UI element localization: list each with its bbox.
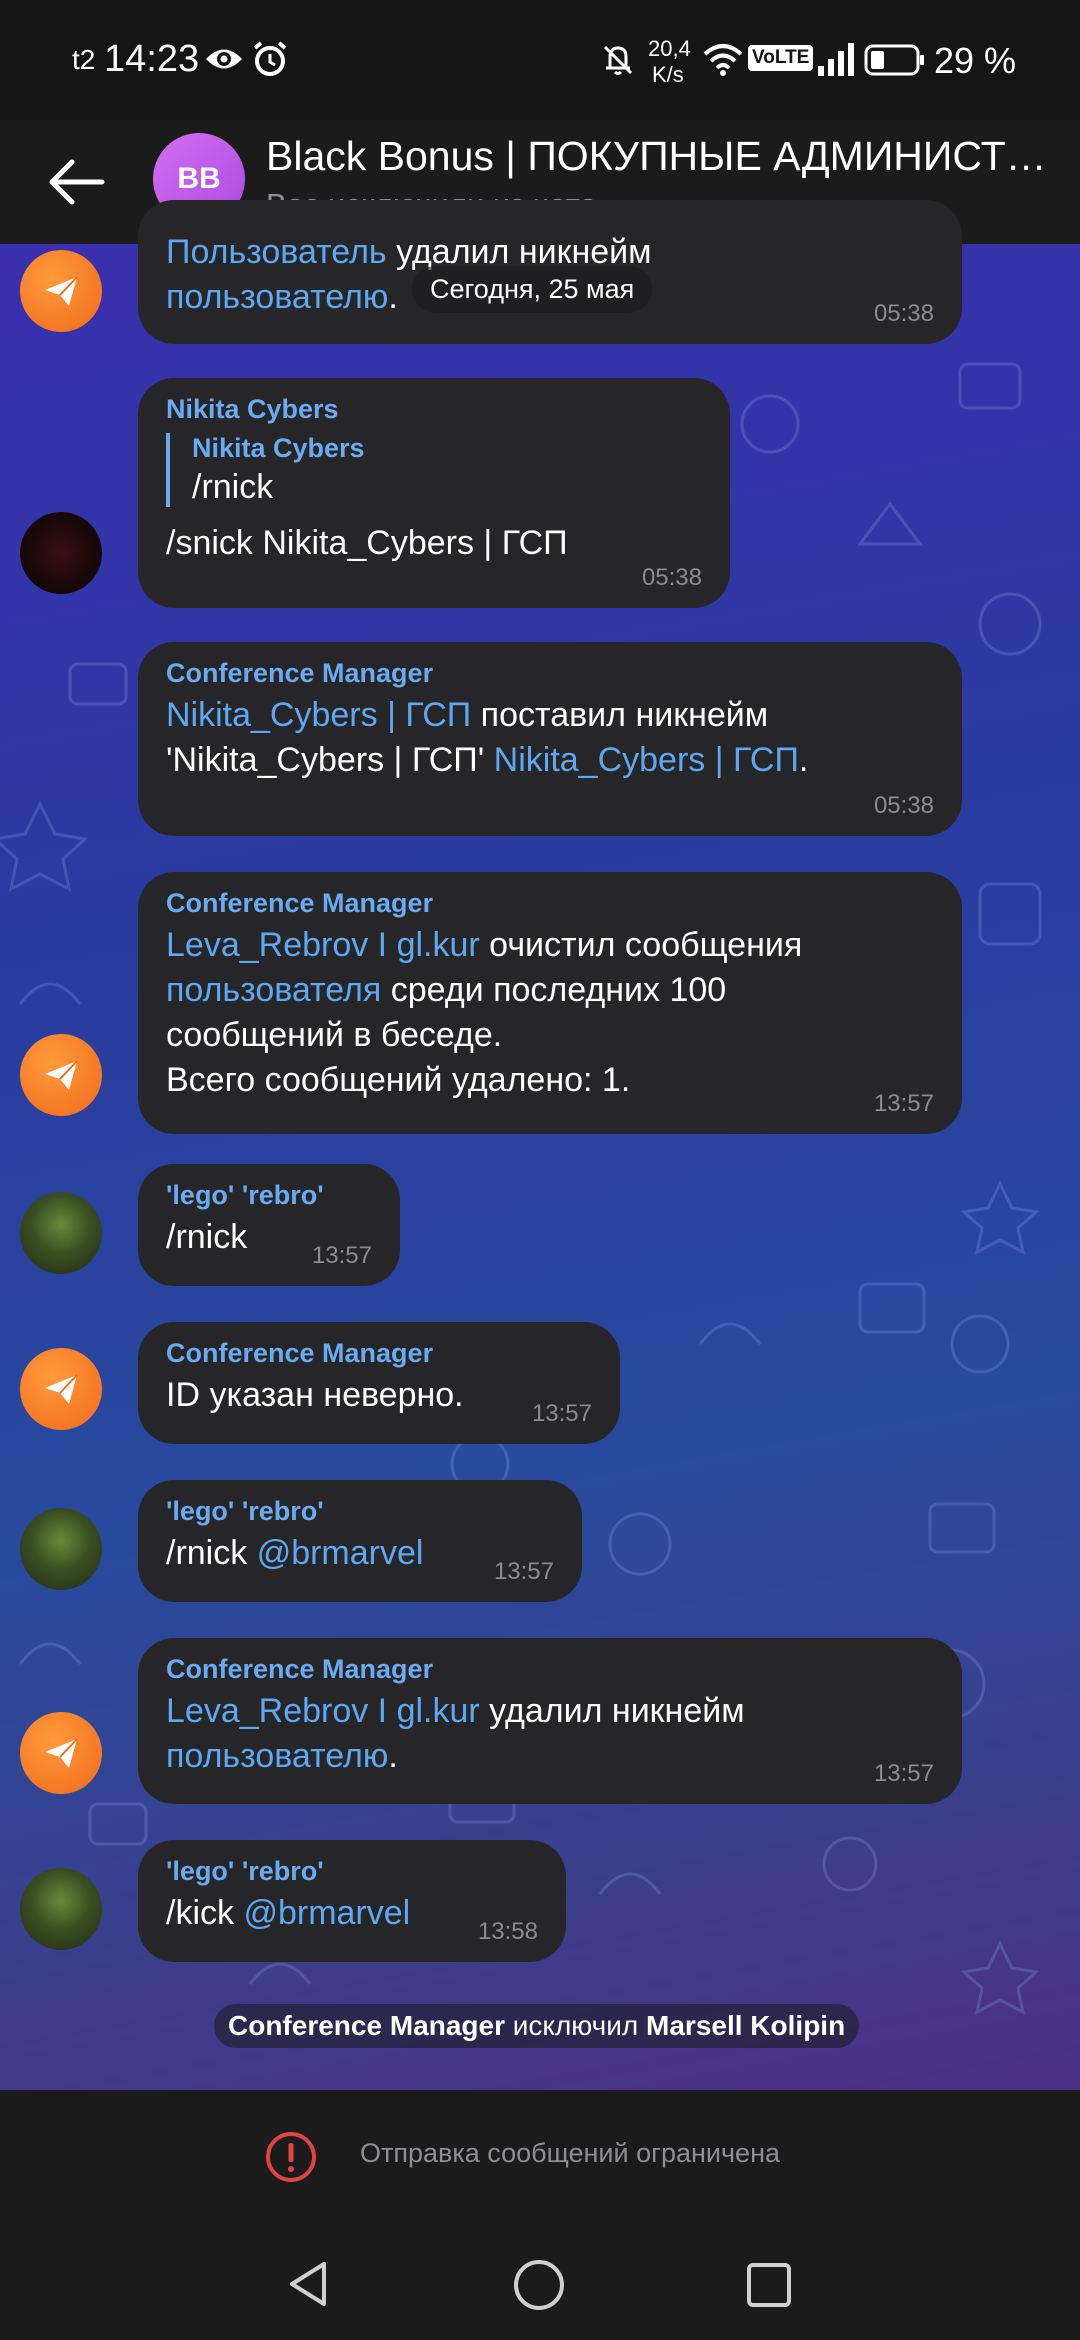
mention-link[interactable]: @brmarvel	[243, 1894, 410, 1932]
message-time: 13:57	[531, 1400, 592, 1427]
send-plane-icon	[45, 276, 78, 306]
message-bubble[interactable]: Conference Manager Leva_Rebrov I gl.kur …	[138, 1638, 962, 1804]
message-time: 13:57	[873, 1760, 934, 1787]
sender-name[interactable]: Conference Manager	[166, 888, 934, 919]
message-time: 05:38	[873, 792, 934, 819]
user-link[interactable]: Nikita_Cybers | ГСП	[494, 741, 799, 779]
message-text: /snick Nikita_Cybers | ГСП	[166, 524, 568, 562]
message-time: 13:57	[873, 1090, 934, 1117]
user-link[interactable]: пользователю	[166, 278, 388, 316]
date-pill: Сегодня, 25 мая	[412, 266, 653, 313]
lego-rebro-avatar[interactable]	[20, 1192, 102, 1274]
volte-badge: VoLTE	[748, 45, 814, 71]
net-speed-value: 20,4	[648, 36, 691, 61]
conference-manager-avatar[interactable]	[20, 250, 102, 332]
chat-title[interactable]: Black Bonus | ПОКУПНЫЕ АДМИНИСТРАТОРЫ	[266, 133, 1056, 180]
sender-name[interactable]: 'lego' 'rebro'	[166, 1856, 538, 1887]
message-bubble[interactable]: Nikita Cybers Nikita Cybers /rnick /snic…	[138, 378, 730, 608]
nav-home-icon[interactable]	[512, 2258, 566, 2312]
send-plane-icon	[45, 1738, 78, 1768]
lego-rebro-avatar[interactable]	[20, 1868, 102, 1950]
sender-name[interactable]: 'lego' 'rebro'	[166, 1180, 372, 1211]
sender-name[interactable]: 'lego' 'rebro'	[166, 1496, 554, 1527]
message-bubble[interactable]: Conference Manager Nikita_Cybers | ГСП п…	[138, 642, 962, 836]
nav-back-icon[interactable]	[284, 2258, 336, 2310]
carrier-label: t2	[72, 44, 96, 75]
user-link[interactable]: Leva_Rebrov I gl.kur	[166, 926, 480, 964]
mute-icon	[603, 45, 633, 75]
back-button[interactable]	[40, 146, 112, 218]
battery-icon	[864, 44, 924, 76]
net-speed-unit: K/s	[652, 62, 684, 87]
wifi-icon	[703, 44, 743, 76]
sender-name[interactable]: Conference Manager	[166, 1338, 592, 1369]
user-link[interactable]: пользователю	[166, 1737, 388, 1775]
sender-name[interactable]: Nikita Cybers	[166, 394, 702, 425]
message-bubble[interactable]: 'lego' 'rebro' /rnick @brmarvel 13:57	[138, 1480, 582, 1602]
message-time: 05:38	[641, 564, 702, 591]
alarm-icon	[253, 41, 287, 76]
warning-icon	[266, 2132, 316, 2182]
sender-name[interactable]: Conference Manager	[166, 1654, 934, 1685]
message-time: 05:38	[873, 300, 934, 327]
nav-recents-icon[interactable]	[744, 2260, 794, 2310]
message-time: 13:58	[477, 1918, 538, 1945]
conference-manager-avatar[interactable]	[20, 1348, 102, 1430]
clock: 14:23	[104, 38, 200, 80]
service-message: Conference Manager исключил Marsell Koli…	[214, 2004, 860, 2048]
user-link[interactable]: Leva_Rebrov I gl.kur	[166, 1692, 480, 1730]
lego-rebro-avatar[interactable]	[20, 1508, 102, 1590]
sender-name[interactable]: Conference Manager	[166, 658, 934, 689]
message-bubble[interactable]: Conference Manager Leva_Rebrov I gl.kur …	[138, 872, 962, 1134]
signal-icon	[818, 43, 854, 76]
message-time: 13:57	[311, 1242, 372, 1269]
conference-manager-avatar[interactable]	[20, 1034, 102, 1116]
message-time: 13:57	[493, 1558, 554, 1585]
system-nav-bar	[0, 2220, 1080, 2340]
message-text: ID указан неверно.	[166, 1376, 464, 1414]
message-bubble[interactable]: 'lego' 'rebro' /rnick 13:57	[138, 1164, 400, 1286]
send-plane-icon	[45, 1060, 78, 1090]
message-bubble[interactable]: 'lego' 'rebro' /kick @brmarvel 13:58	[138, 1840, 566, 1962]
send-plane-icon	[45, 1374, 78, 1404]
user-link[interactable]: Пользователь	[166, 233, 387, 271]
conference-manager-avatar[interactable]	[20, 1712, 102, 1794]
message-bubble[interactable]: Conference Manager ID указан неверно. 13…	[138, 1322, 620, 1444]
nikita-cybers-avatar[interactable]	[20, 512, 102, 594]
eye-icon	[206, 49, 242, 69]
status-bar: t2 14:23 20,4 K/s VoLTE 29 %	[0, 0, 1080, 120]
reply-quote[interactable]: Nikita Cybers /rnick	[166, 433, 702, 507]
battery-percent: 29 %	[934, 40, 1017, 81]
mention-link[interactable]: @brmarvel	[257, 1534, 424, 1572]
back-arrow-icon	[49, 159, 105, 205]
restriction-text: Отправка сообщений ограничена	[360, 2138, 780, 2168]
user-link[interactable]: Nikita_Cybers | ГСП	[166, 696, 471, 734]
user-link[interactable]: пользователя	[166, 971, 381, 1009]
